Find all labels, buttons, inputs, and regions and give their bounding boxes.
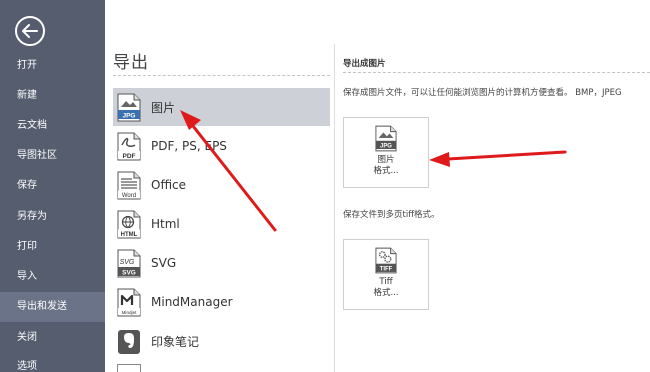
format-button-sublabel: 格式... (373, 288, 399, 298)
export-item-mindmanager[interactable]: Mindjet MindManager (113, 283, 330, 321)
panel-heading-divider (343, 72, 650, 73)
svg-text:SVG: SVG (122, 269, 136, 276)
sidebar-item-community[interactable]: 导图社区 (0, 141, 105, 171)
sidebar-item-options[interactable]: 选项 (0, 352, 105, 372)
image-export-description: 保存成图片文件，可以让任何能浏览图片的计算机方便查看。 BMP，JPEG (343, 88, 622, 98)
export-item-svg[interactable]: SVG SVG SVG (113, 244, 330, 282)
svg-file-icon: SVG SVG (117, 249, 141, 277)
export-item-label: Html (151, 217, 180, 231)
jpg-file-icon: JPG (375, 125, 397, 152)
export-item-label: SVG (151, 256, 177, 270)
svg-text:PDF: PDF (123, 153, 136, 160)
jpg-file-icon: JPG (117, 93, 141, 121)
format-button-label: 图片 (377, 155, 395, 165)
evernote-icon (118, 329, 140, 354)
panel-heading: 导出成图片 (343, 59, 386, 69)
export-item-label: Office (151, 178, 187, 192)
format-button-sublabel: 格式... (373, 166, 399, 176)
sidebar-item-import[interactable]: 导入 (0, 262, 105, 292)
backstage-sidebar: 打开 新建 云文档 导图社区 保存 另存为 打印 导入 导出和发送 关闭 选项 (0, 0, 105, 372)
export-item-pdf[interactable]: PDF PDF, PS, EPS (113, 127, 330, 165)
svg-text:TIFF: TIFF (380, 267, 393, 273)
svg-text:SVG: SVG (120, 259, 135, 266)
column-divider (334, 44, 335, 372)
sidebar-item-open[interactable]: 打开 (0, 51, 105, 81)
html-file-icon: HTML (117, 210, 141, 238)
annotation-arrow (429, 150, 567, 167)
back-button[interactable] (15, 16, 45, 46)
sidebar-item-save[interactable]: 保存 (0, 171, 105, 201)
arrow-left-icon (22, 24, 38, 38)
tiff-export-description: 保存文件到多页tiff格式。 (343, 210, 440, 220)
format-button-label: Tiff (379, 277, 393, 287)
svg-text:Mindjet: Mindjet (122, 310, 138, 315)
export-item-label: 图片 (151, 100, 176, 115)
sidebar-item-cloud-docs[interactable]: 云文档 (0, 111, 105, 141)
svg-text:JPG: JPG (380, 144, 392, 150)
export-item-office[interactable]: Word Office (113, 166, 330, 204)
export-item-label: PDF, PS, EPS (151, 139, 227, 153)
page-title: 导出 (113, 53, 149, 73)
svg-text:HTML: HTML (121, 232, 138, 238)
pdf-file-icon: PDF (117, 132, 141, 160)
export-item-image[interactable]: JPG 图片 (113, 88, 330, 126)
export-item-label: 印象笔记 (151, 334, 200, 349)
tiff-file-icon: TIFF (375, 247, 397, 274)
image-format-button[interactable]: JPG 图片 格式... (343, 117, 429, 188)
title-divider (113, 75, 330, 76)
tiff-format-button[interactable]: TIFF Tiff 格式... (343, 239, 429, 310)
svg-text:Word: Word (122, 193, 136, 199)
sidebar-item-export-send[interactable]: 导出和发送 (0, 292, 105, 322)
svg-text:JPG: JPG (122, 112, 135, 119)
sidebar-item-save-as[interactable]: 另存为 (0, 202, 105, 232)
word-file-icon: Word (117, 171, 141, 199)
sidebar-item-new[interactable]: 新建 (0, 81, 105, 111)
next-export-item-icon (117, 364, 141, 372)
mindjet-file-icon: Mindjet (117, 288, 141, 316)
sidebar-item-print[interactable]: 打印 (0, 232, 105, 262)
export-item-html[interactable]: HTML Html (113, 205, 330, 243)
export-item-label: MindManager (151, 295, 233, 309)
sidebar-item-close[interactable]: 关闭 (0, 323, 105, 353)
export-item-evernote[interactable]: 印象笔记 (113, 322, 330, 360)
